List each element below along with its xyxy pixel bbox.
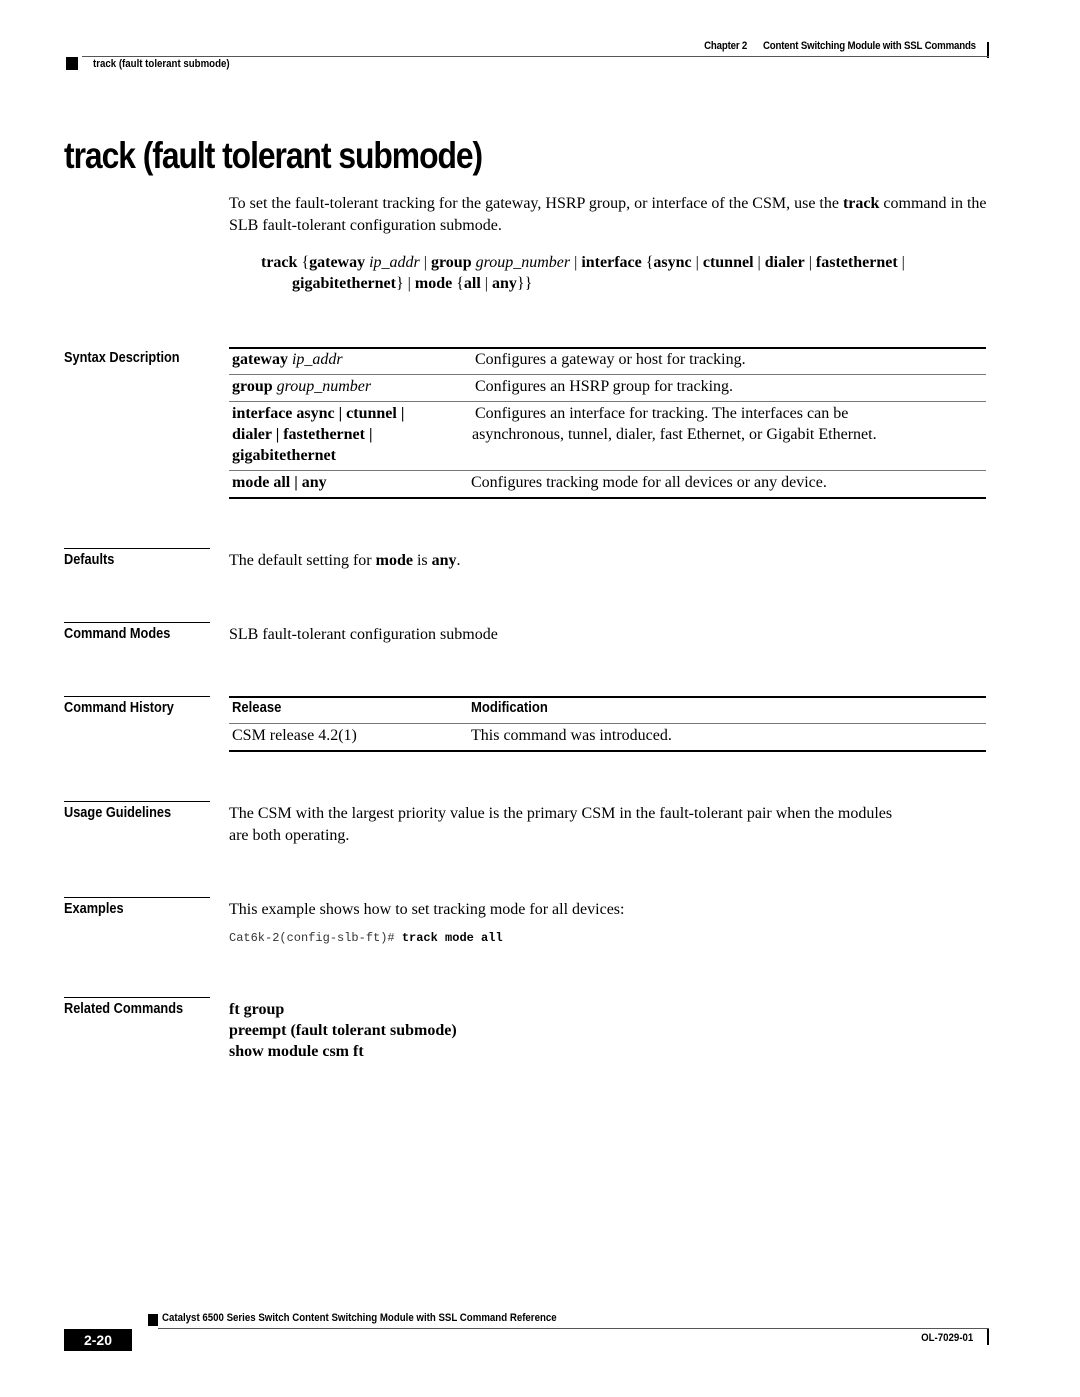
syntax-keyword: fastethernet	[815, 254, 898, 271]
section-rule	[64, 548, 210, 549]
desc-group: Configures an HSRP group for tracking.	[475, 378, 734, 395]
table-rule	[229, 497, 986, 499]
table-rule	[229, 750, 986, 752]
syntax-keyword: async	[653, 254, 692, 271]
syntax-punctuation: |	[419, 254, 431, 271]
syntax-punctuation: |	[691, 254, 703, 271]
footer-rule	[158, 1328, 989, 1329]
section-label-command-history: Command History	[64, 700, 174, 716]
footer-book-title: Catalyst 6500 Series Switch Content Swit…	[162, 1312, 557, 1324]
syntax-keyword: track	[261, 254, 302, 271]
param-mode: mode all | any	[232, 474, 327, 491]
history-release: CSM release 4.2(1)	[232, 727, 357, 744]
param-group: group group_number	[232, 378, 372, 395]
section-rule	[64, 897, 210, 898]
syntax-punctuation: } |	[395, 275, 415, 292]
syntax-keyword: ctunnel	[702, 254, 754, 271]
section-label-examples: Examples	[64, 901, 124, 917]
intro-text: To set the fault-tolerant tracking for t…	[229, 195, 843, 212]
example-code: Cat6k-2(config-slb-ft)# track mode all	[229, 931, 503, 945]
syntax-keyword: dialer	[764, 254, 805, 271]
running-header-section: track (fault tolerant submode)	[93, 58, 230, 70]
syntax-punctuation: |	[570, 254, 582, 271]
footer-square-marker	[148, 1314, 158, 1326]
syntax-punctuation: {	[456, 275, 464, 292]
syntax-keyword: any	[491, 275, 517, 292]
table-rule	[229, 696, 986, 698]
desc-interface: Configures an interface for tracking. Th…	[472, 405, 877, 443]
history-modification: This command was introduced.	[471, 727, 672, 744]
command-modes-text: SLB fault-tolerant configuration submode	[229, 626, 498, 643]
header-square-marker	[66, 57, 78, 70]
footer-doc-number: OL-7029-01	[920, 1332, 973, 1344]
syntax-punctuation: {	[301, 254, 310, 271]
section-label-syntax-description: Syntax Description	[64, 350, 180, 366]
related-command-link[interactable]: show module csm ft	[229, 1041, 457, 1062]
syntax-punctuation: }}	[516, 275, 533, 292]
command-syntax: track {gateway ip_addr | group group_num…	[261, 252, 996, 294]
intro-keyword: track	[842, 195, 880, 212]
page-title: track (fault tolerant submode)	[64, 135, 483, 176]
running-header-chapter: Chapter 2 Content Switching Module with S…	[704, 40, 976, 52]
chapter-number: Chapter 2	[704, 40, 748, 52]
syntax-argument: ip_addr	[369, 254, 420, 271]
syntax-line-1: track {gateway ip_addr | group group_num…	[261, 254, 905, 271]
section-label-defaults: Defaults	[64, 552, 115, 568]
desc-mode: Configures tracking mode for all devices…	[471, 474, 827, 491]
related-command-link[interactable]: preempt (fault tolerant submode)	[229, 1020, 457, 1041]
syntax-keyword: interface	[581, 254, 646, 271]
section-label-command-modes: Command Modes	[64, 626, 171, 642]
intro-paragraph: To set the fault-tolerant tracking for t…	[229, 193, 989, 237]
history-header-modification: Modification	[471, 700, 548, 716]
page-number-badge: 2-20	[64, 1329, 132, 1351]
code-prompt: Cat6k-2(config-slb-ft)#	[229, 931, 402, 945]
history-header-release: Release	[232, 700, 282, 716]
examples-text: This example shows how to set tracking m…	[229, 901, 625, 918]
section-rule	[64, 622, 210, 623]
table-rule	[229, 723, 986, 724]
table-rule	[229, 374, 986, 375]
syntax-keyword: gateway	[309, 254, 370, 271]
header-rule	[82, 56, 989, 57]
syntax-punctuation: |	[897, 254, 905, 271]
syntax-punctuation: |	[753, 254, 765, 271]
param-gateway: gateway ip_addr	[232, 351, 343, 368]
syntax-keyword: gigabitethernet	[292, 275, 396, 292]
related-command-link[interactable]: ft group	[229, 999, 457, 1020]
section-rule	[64, 997, 210, 998]
defaults-text: The default setting for mode is any.	[229, 552, 461, 569]
syntax-keyword: group	[430, 254, 476, 271]
section-rule	[64, 801, 210, 802]
table-rule	[229, 470, 986, 471]
syntax-punctuation: |	[804, 254, 816, 271]
syntax-line-2: gigabitethernet} | mode {all | any}}	[261, 273, 996, 294]
code-command: track mode all	[401, 931, 503, 945]
syntax-keyword: all	[463, 275, 481, 292]
syntax-keyword: mode	[414, 275, 457, 292]
table-rule	[229, 401, 986, 402]
usage-guidelines-text: The CSM with the largest priority value …	[229, 805, 893, 844]
param-interface: interface async | ctunnel | dialer | fas…	[232, 405, 405, 464]
related-commands-list: ft group preempt (fault tolerant submode…	[229, 999, 457, 1062]
section-label-usage-guidelines: Usage Guidelines	[64, 805, 172, 821]
desc-gateway: Configures a gateway or host for trackin…	[475, 351, 746, 368]
syntax-punctuation: |	[480, 275, 492, 292]
chapter-title: Content Switching Module with SSL Comman…	[763, 40, 976, 52]
footer-edge-bar	[987, 1329, 989, 1345]
section-rule	[64, 696, 210, 697]
syntax-argument: group_number	[475, 254, 571, 271]
section-label-related-commands: Related Commands	[64, 1001, 184, 1017]
